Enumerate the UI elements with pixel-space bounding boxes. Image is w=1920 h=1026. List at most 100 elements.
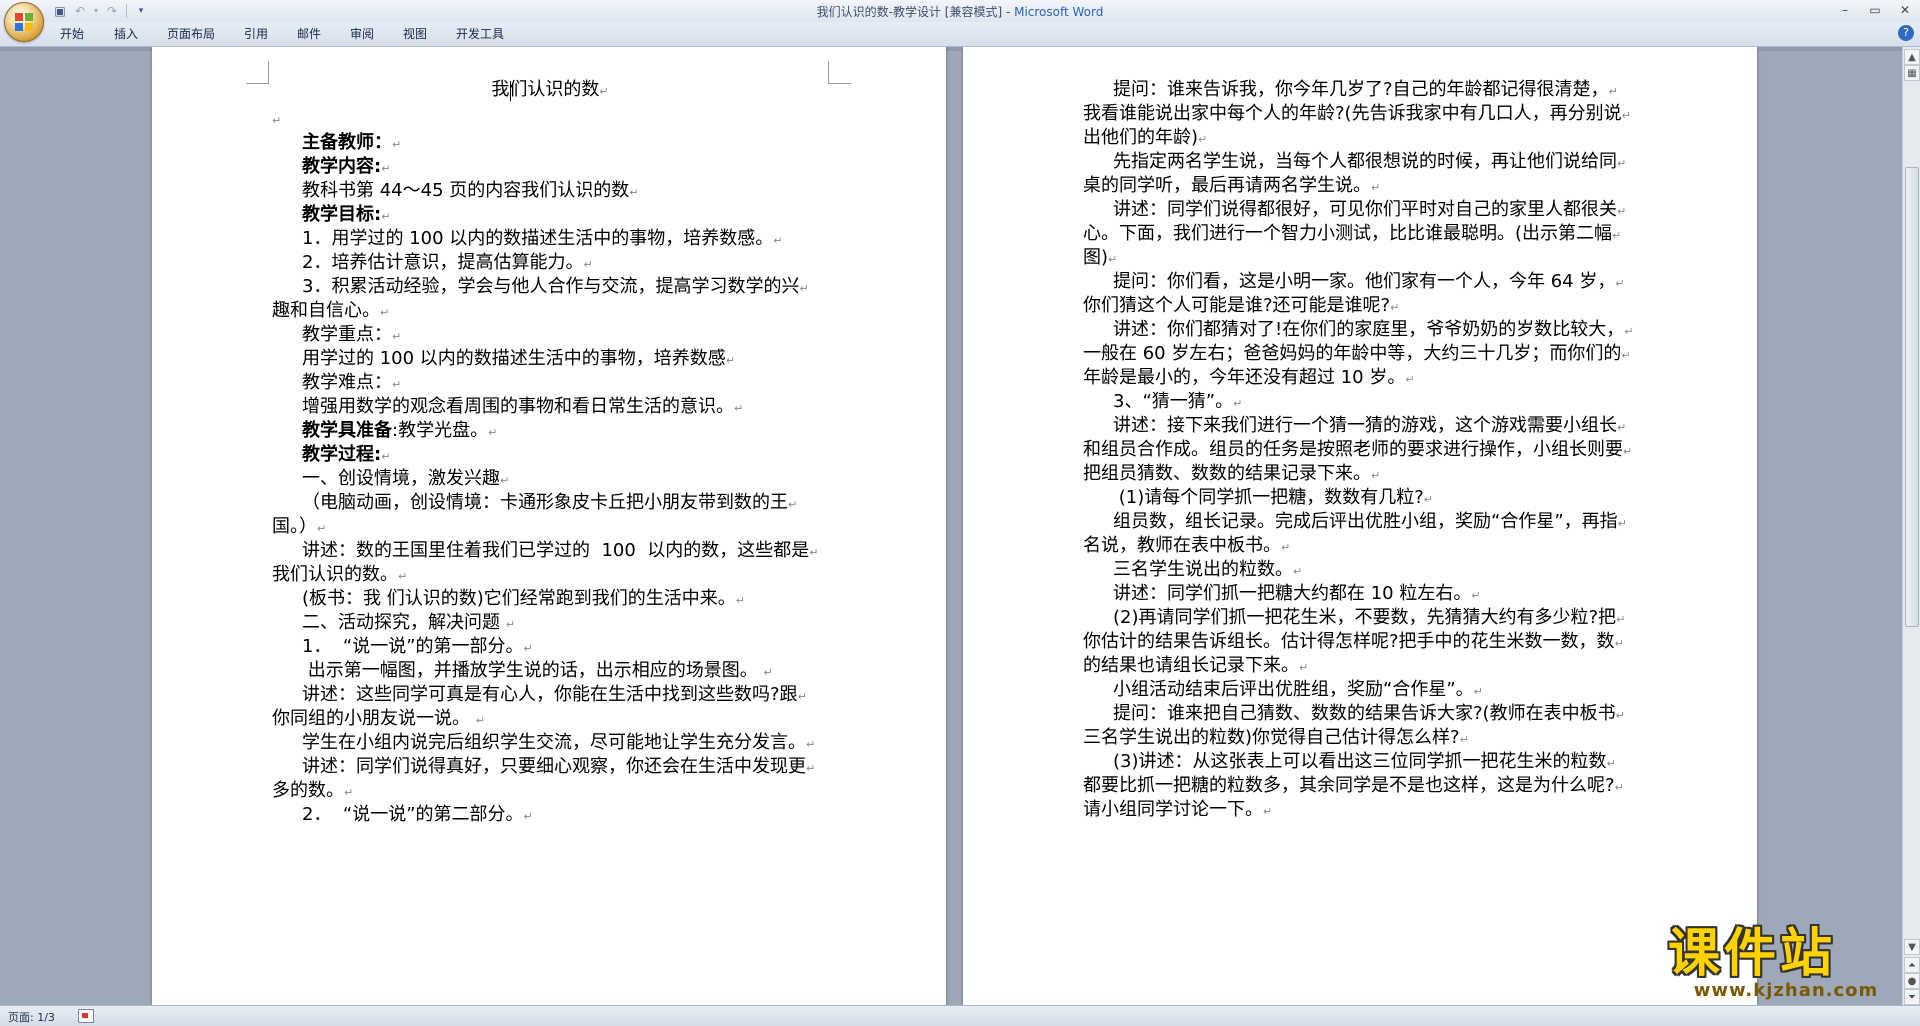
text-line: (1)请每个同学抓一把糖，数数有几粒?↵	[1113, 485, 1433, 511]
text-line: 国。）↵	[272, 514, 326, 540]
text-line: 2． “说一说”的第二部分。↵	[302, 802, 533, 828]
help-icon[interactable]: ?	[1898, 25, 1914, 41]
line-text: 讲述：同学们抓一把糖大约都在 10 粒左右。	[1113, 583, 1472, 604]
paragraph-mark: ↵	[523, 810, 533, 823]
text-line: (板书：我 们认识的数)它们经常跑到我们的生活中来。↵	[302, 586, 745, 612]
text-line: 一、创设情境，激发兴趣↵	[302, 466, 509, 492]
page-1[interactable]: 我们认识的数↵ ↵ 主备教师：↵ 教学内容:↵ 教科书第 44～45 页的内容我们认识…	[152, 47, 946, 1005]
minimize-icon[interactable]: –	[1830, 0, 1860, 20]
text-line: 1． “说一说”的第一部分。↵	[302, 634, 533, 660]
line-rest: :教学光盘。	[392, 420, 489, 441]
window-controls: – ▭ ✕	[1830, 0, 1920, 20]
document-area: 我们认识的数↵ ↵ 主备教师：↵ 教学内容:↵ 教科书第 44～45 页的内容我们认识…	[0, 47, 1902, 1005]
line-text: 心。下面，我们进行一个智力小测试，比比谁最聪明。(出示第二幅	[1083, 223, 1613, 244]
previous-page-icon[interactable]: ⏶	[1904, 957, 1920, 973]
close-icon[interactable]: ✕	[1890, 0, 1920, 20]
bold-prefix: 教学具准备	[302, 420, 392, 441]
line-text: 学生在小组内说完后组织学生交流，尽可能地让学生充分发言。	[302, 732, 806, 753]
text-line: 讲述：接下来我们进行一个猜一猜的游戏，这个游戏需要小组长↵	[1113, 413, 1626, 439]
next-page-icon[interactable]: ⏷	[1904, 989, 1920, 1005]
line-text: 三名学生说出的粒数。	[1113, 559, 1293, 580]
text-line: 教学过程:↵	[302, 442, 390, 468]
line-text: 的结果也请组长记录下来。	[1083, 655, 1299, 676]
line-text: 桌的同学听，最后再请两名学生说。	[1083, 175, 1371, 196]
paragraph-mark: ↵	[1623, 445, 1633, 458]
line-text: 教科书第 44～45 页的内容我们认识的数	[302, 180, 630, 201]
paragraph-mark: ↵	[1263, 805, 1273, 818]
tab-review[interactable]: 审阅	[350, 26, 374, 42]
paragraph-mark: ↵	[317, 522, 327, 535]
line-text: 一般在 60 岁左右；爸爸妈妈的年龄中等，大约三十几岁；而你们的	[1083, 343, 1622, 364]
text-line: 出他们的年龄)↵	[1083, 125, 1207, 151]
ruler-toggle-icon[interactable]: ▦	[1904, 65, 1920, 81]
text-line: 出示第一幅图，并播放学生说的话，出示相应的场景图。 ↵	[302, 658, 773, 684]
line-text: 主备教师：	[302, 132, 392, 153]
scroll-up-icon[interactable]: ▲	[1904, 49, 1920, 65]
paragraph-mark: ↵	[381, 210, 391, 223]
text-line: 增强用数学的观念看周围的事物和看日常生活的意识。↵	[302, 394, 743, 420]
tab-mailings[interactable]: 邮件	[297, 26, 321, 42]
line-text: 讲述：这些同学可真是有心人，你能在生活中找到这些数吗?跟	[302, 684, 798, 705]
paragraph-mark: ↵	[763, 666, 773, 679]
page-2[interactable]: 提问：谁来告诉我，你今年几岁了?自己的年龄都记得很清楚，↵ 我看谁能说出家中每个人…	[963, 47, 1757, 1005]
text-line: 主备教师：↵	[302, 130, 401, 156]
maximize-icon[interactable]: ▭	[1860, 0, 1890, 20]
text-line: 趣和自信心。↵	[272, 298, 389, 324]
scroll-down-icon[interactable]: ▼	[1904, 939, 1920, 955]
tab-insert[interactable]: 插入	[114, 26, 138, 42]
tab-references[interactable]: 引用	[244, 26, 268, 42]
status-bar: 页面: 1/3	[0, 1005, 1920, 1026]
tab-view[interactable]: 视图	[403, 26, 427, 42]
paragraph-mark: ↵	[1621, 349, 1631, 362]
paragraph-mark: ↵	[1371, 181, 1381, 194]
paragraph-mark: ↵	[806, 738, 816, 751]
text-line: 的结果也请组长记录下来。↵	[1083, 653, 1308, 679]
page-indicator[interactable]: 页面: 1/3	[8, 1009, 55, 1025]
scroll-thumb[interactable]	[1905, 167, 1919, 627]
paragraph-mark: ↵	[1614, 781, 1624, 794]
text-line: 名说，教师在表中板书。↵	[1083, 533, 1290, 559]
text-line: 都要比抓一把糖的粒数多，其余同学是不是也这样，这是为什么呢?↵	[1083, 773, 1624, 799]
line-text: 你们猜这个人可能是谁?还可能是谁呢?	[1083, 295, 1391, 316]
line-text: 讲述：同学们说得都很好，可见你们平时对自己的家里人都很关	[1113, 199, 1617, 220]
paragraph-mark: ↵	[734, 402, 744, 415]
paragraph-mark: ↵	[392, 138, 402, 151]
paragraph-mark: ↵	[398, 570, 408, 583]
line-text: 名说，教师在表中板书。	[1083, 535, 1281, 556]
line-text: 图)	[1083, 247, 1109, 268]
paragraph-mark: ↵	[1471, 589, 1481, 602]
line-text: 一、创设情境，激发兴趣	[302, 468, 500, 489]
line-text: 年龄是最小的，今年还没有超过 10 岁。	[1083, 367, 1406, 388]
text-line: 小组活动结束后评出优胜组，奖励“合作星”。↵	[1113, 677, 1483, 703]
tab-page-layout[interactable]: 页面布局	[167, 26, 215, 42]
line-text: 提问：你们看，这是小明一家。他们家有一个人，今年 64 岁，	[1113, 271, 1616, 292]
office-button[interactable]	[4, 2, 44, 42]
line-text: 我看谁能说出家中每个人的年龄?(先告诉我家中有几口人，再分别说	[1083, 103, 1622, 124]
office-logo-icon	[15, 13, 33, 31]
text-line: 教科书第 44～45 页的内容我们认识的数↵	[302, 178, 638, 204]
paragraph-mark: ↵	[344, 786, 354, 799]
paragraph-mark: ↵	[629, 186, 639, 199]
line-text: 3．积累活动经验，学会与他人合作与交流，提高学习数学的兴	[302, 276, 800, 297]
browse-object-icon[interactable]: ●	[1904, 973, 1920, 989]
line-text: 讲述：你们都猜对了!在你们的家庭里，爷爷奶奶的岁数比较大，	[1113, 319, 1625, 340]
text-line: 你估计的结果告诉组长。估计得怎样呢?把手中的花生米数一数，数↵	[1083, 629, 1624, 655]
page-title: 我们认识的数↵	[272, 77, 828, 103]
vertical-scrollbar[interactable]: ▲ ▦ ▼ ⏶ ● ⏷	[1902, 47, 1920, 1005]
paragraph-mark: ↵	[381, 162, 391, 175]
tab-home[interactable]: 开始	[60, 26, 84, 42]
paragraph-mark: ↵	[272, 114, 282, 127]
line-text: 和组员合作成。组员的任务是按照老师的要求进行操作，小组长则要	[1083, 439, 1623, 460]
tab-developer[interactable]: 开发工具	[456, 26, 504, 42]
proofing-icon[interactable]	[78, 1009, 94, 1023]
paragraph-mark: ↵	[725, 354, 736, 367]
margin-corner-mark	[246, 61, 269, 84]
text-line: 讲述：数的王国里住着我们已学过的 100 以内的数，这些都是↵	[302, 538, 818, 564]
line-text: 多的数。	[272, 780, 344, 801]
paragraph-mark: ↵	[599, 85, 609, 98]
paragraph-mark: ↵	[392, 330, 402, 343]
line-text: (板书：我 们认识的数)它们经常跑到我们的生活中来。	[302, 588, 736, 609]
line-text: (1)请每个同学抓一把糖，数数有几粒?	[1113, 487, 1424, 508]
text-line: 讲述：同学们说得真好，只要细心观察，你还会在生活中发现更↵	[302, 754, 815, 780]
line-text: (2)再请同学们抓一把花生米，不要数，先猜猜大约有多少粒?把	[1113, 607, 1617, 628]
